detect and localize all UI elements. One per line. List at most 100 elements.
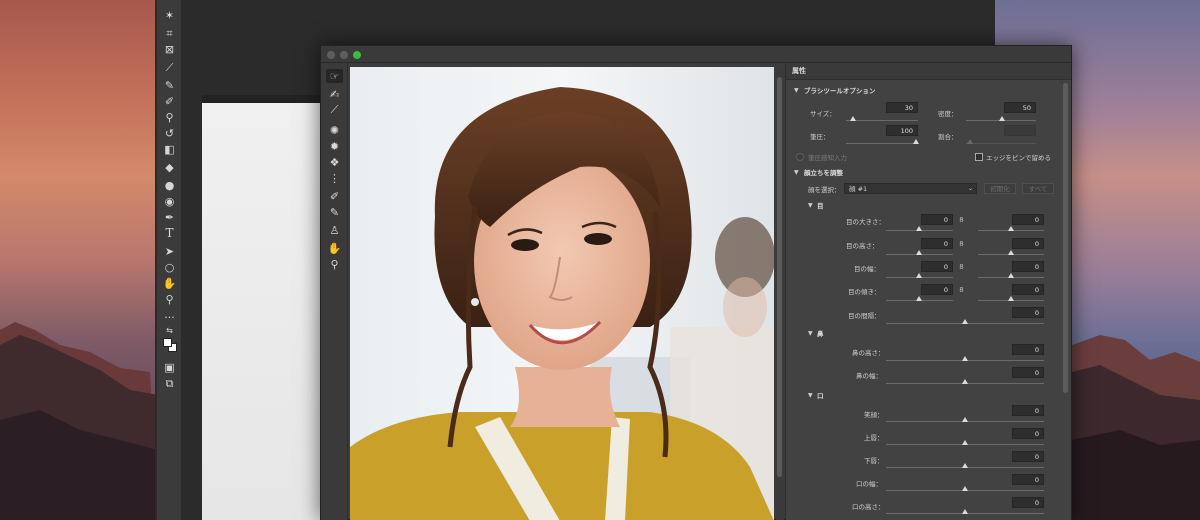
eye-width-right-handle[interactable] [1008,273,1014,278]
zoom-icon[interactable]: ⚲ [161,292,178,306]
eye-height-right-handle[interactable] [1008,250,1014,255]
zoom-icon[interactable]: ⚲ [326,257,343,271]
color-swatch-icon[interactable] [161,338,178,352]
brush-icon[interactable]: ✎ [161,78,178,92]
link-icon[interactable]: 8 [959,286,964,295]
eyedropper-icon[interactable]: ⟋ [161,60,178,74]
nose-width-handle[interactable] [962,379,968,384]
minimize-window-button[interactable] [340,51,348,59]
eye-size-right-handle[interactable] [1008,226,1014,231]
rate-slider-handle[interactable] [967,139,973,144]
upper-lip-label: 上唇： [864,434,884,442]
preview-scrollbar[interactable] [776,67,784,520]
size-slider-handle[interactable] [850,116,856,121]
screen-mode-icon[interactable]: ⧉ [161,376,178,390]
thaw-mask-icon[interactable]: ✎ [326,205,343,219]
eye-height-left-field[interactable]: 0 [921,238,953,249]
eye-size-left-handle[interactable] [916,226,922,231]
smile-label: 笑顔： [864,411,884,419]
mouth-width-field[interactable]: 0 [1012,474,1044,485]
eye-height-right-field[interactable]: 0 [1012,238,1044,249]
pressure-slider-handle[interactable] [913,139,919,144]
eye-distance-handle[interactable] [962,319,968,324]
eye-width-left-field[interactable]: 0 [921,261,953,272]
freeze-mask-icon[interactable]: ✐ [326,189,343,203]
bloat-icon[interactable]: ❖ [326,155,343,169]
close-window-button[interactable] [327,51,335,59]
eye-tilt-left-field[interactable]: 0 [921,284,953,295]
select-face-dropdown[interactable]: 顔 #1 ⌄ [844,183,977,194]
path-select-icon[interactable]: ➤ [161,244,178,258]
mouth-height-handle[interactable] [962,509,968,514]
mouth-width-handle[interactable] [962,486,968,491]
twirl-icon[interactable]: ✺ [326,123,343,137]
smile-handle[interactable] [962,417,968,422]
upper-lip-field[interactable]: 0 [1012,428,1044,439]
size-slider[interactable] [846,120,918,121]
size-field[interactable]: 30 [886,102,918,113]
pressure-field[interactable]: 100 [886,125,918,136]
density-slider-handle[interactable] [999,116,1005,121]
zoom-window-button[interactable] [353,51,361,59]
upper-lip-handle[interactable] [962,440,968,445]
stylus-checkbox[interactable] [796,153,804,161]
eye-size-left-field[interactable]: 0 [921,214,953,225]
face-tool-icon[interactable]: ♙ [326,223,343,237]
stamp-icon[interactable]: ⚲ [161,110,178,124]
eye-tilt-left-handle[interactable] [916,296,922,301]
hand-icon[interactable]: ✋ [161,276,178,290]
nose-height-field[interactable]: 0 [1012,344,1044,355]
color-swap-icon[interactable]: ⇆ [161,324,178,338]
section-toggle-nose[interactable]: ▼ [808,331,813,337]
pencil-icon[interactable]: ✐ [161,94,178,108]
eye-tilt-right-field[interactable]: 0 [1012,284,1044,295]
quickmask-icon[interactable]: ▣ [161,360,178,374]
crop-icon[interactable]: ⌗ [161,26,178,40]
nose-height-handle[interactable] [962,356,968,361]
reconstruct-icon[interactable]: ✍ [326,87,343,101]
type-icon[interactable]: T [161,226,178,240]
panel-scrollbar[interactable] [1063,83,1068,393]
pucker-icon[interactable]: ✹ [326,139,343,153]
eraser-icon[interactable]: ◧ [161,142,178,156]
bucket-icon[interactable]: ◆ [161,160,178,174]
wand-icon[interactable]: ✶ [161,8,178,22]
drop-icon[interactable]: ● [161,178,178,192]
eye-height-left-handle[interactable] [916,250,922,255]
rate-slider[interactable] [966,143,1036,144]
dodge-icon[interactable]: ◉ [161,194,178,208]
lower-lip-handle[interactable] [962,463,968,468]
lower-lip-field[interactable]: 0 [1012,451,1044,462]
smooth-icon[interactable]: ⟋ [326,103,343,117]
pin-edges-checkbox[interactable] [975,153,983,161]
density-field[interactable]: 50 [1004,102,1036,113]
eye-width-right-field[interactable]: 0 [1012,261,1044,272]
push-left-icon[interactable]: ⋮ [326,171,343,185]
section-toggle-eyes[interactable]: ▼ [808,203,813,209]
eye-tilt-right-handle[interactable] [1008,296,1014,301]
history-brush-icon[interactable]: ↺ [161,126,178,140]
eye-size-right-field[interactable]: 0 [1012,214,1044,225]
section-toggle-mouth[interactable]: ▼ [808,393,813,399]
reset-button[interactable]: 初期化 [984,183,1016,194]
eye-width-left-handle[interactable] [916,273,922,278]
link-icon[interactable]: 8 [959,240,964,249]
forward-warp-icon[interactable]: ☞ [326,69,343,83]
eye-distance-field[interactable]: 0 [1012,307,1044,318]
link-icon[interactable]: 8 [959,263,964,272]
hand-icon[interactable]: ✋ [326,241,343,255]
smile-field[interactable]: 0 [1012,405,1044,416]
section-toggle-brush[interactable]: ▼ [794,88,799,94]
section-toggle-face[interactable]: ▼ [794,170,799,176]
frame-icon[interactable]: ⊠ [161,42,178,56]
rate-field[interactable] [1004,125,1036,136]
pen-icon[interactable]: ✒ [161,210,178,224]
link-icon[interactable]: 8 [959,216,964,225]
photo-preview[interactable] [350,67,774,520]
all-button[interactable]: すべて [1022,183,1054,194]
ellipse-icon[interactable]: ○ [161,260,178,274]
mouth-height-field[interactable]: 0 [1012,497,1044,508]
more-icon[interactable]: ··· [161,310,178,324]
nose-width-field[interactable]: 0 [1012,367,1044,378]
pressure-slider[interactable] [846,143,918,144]
